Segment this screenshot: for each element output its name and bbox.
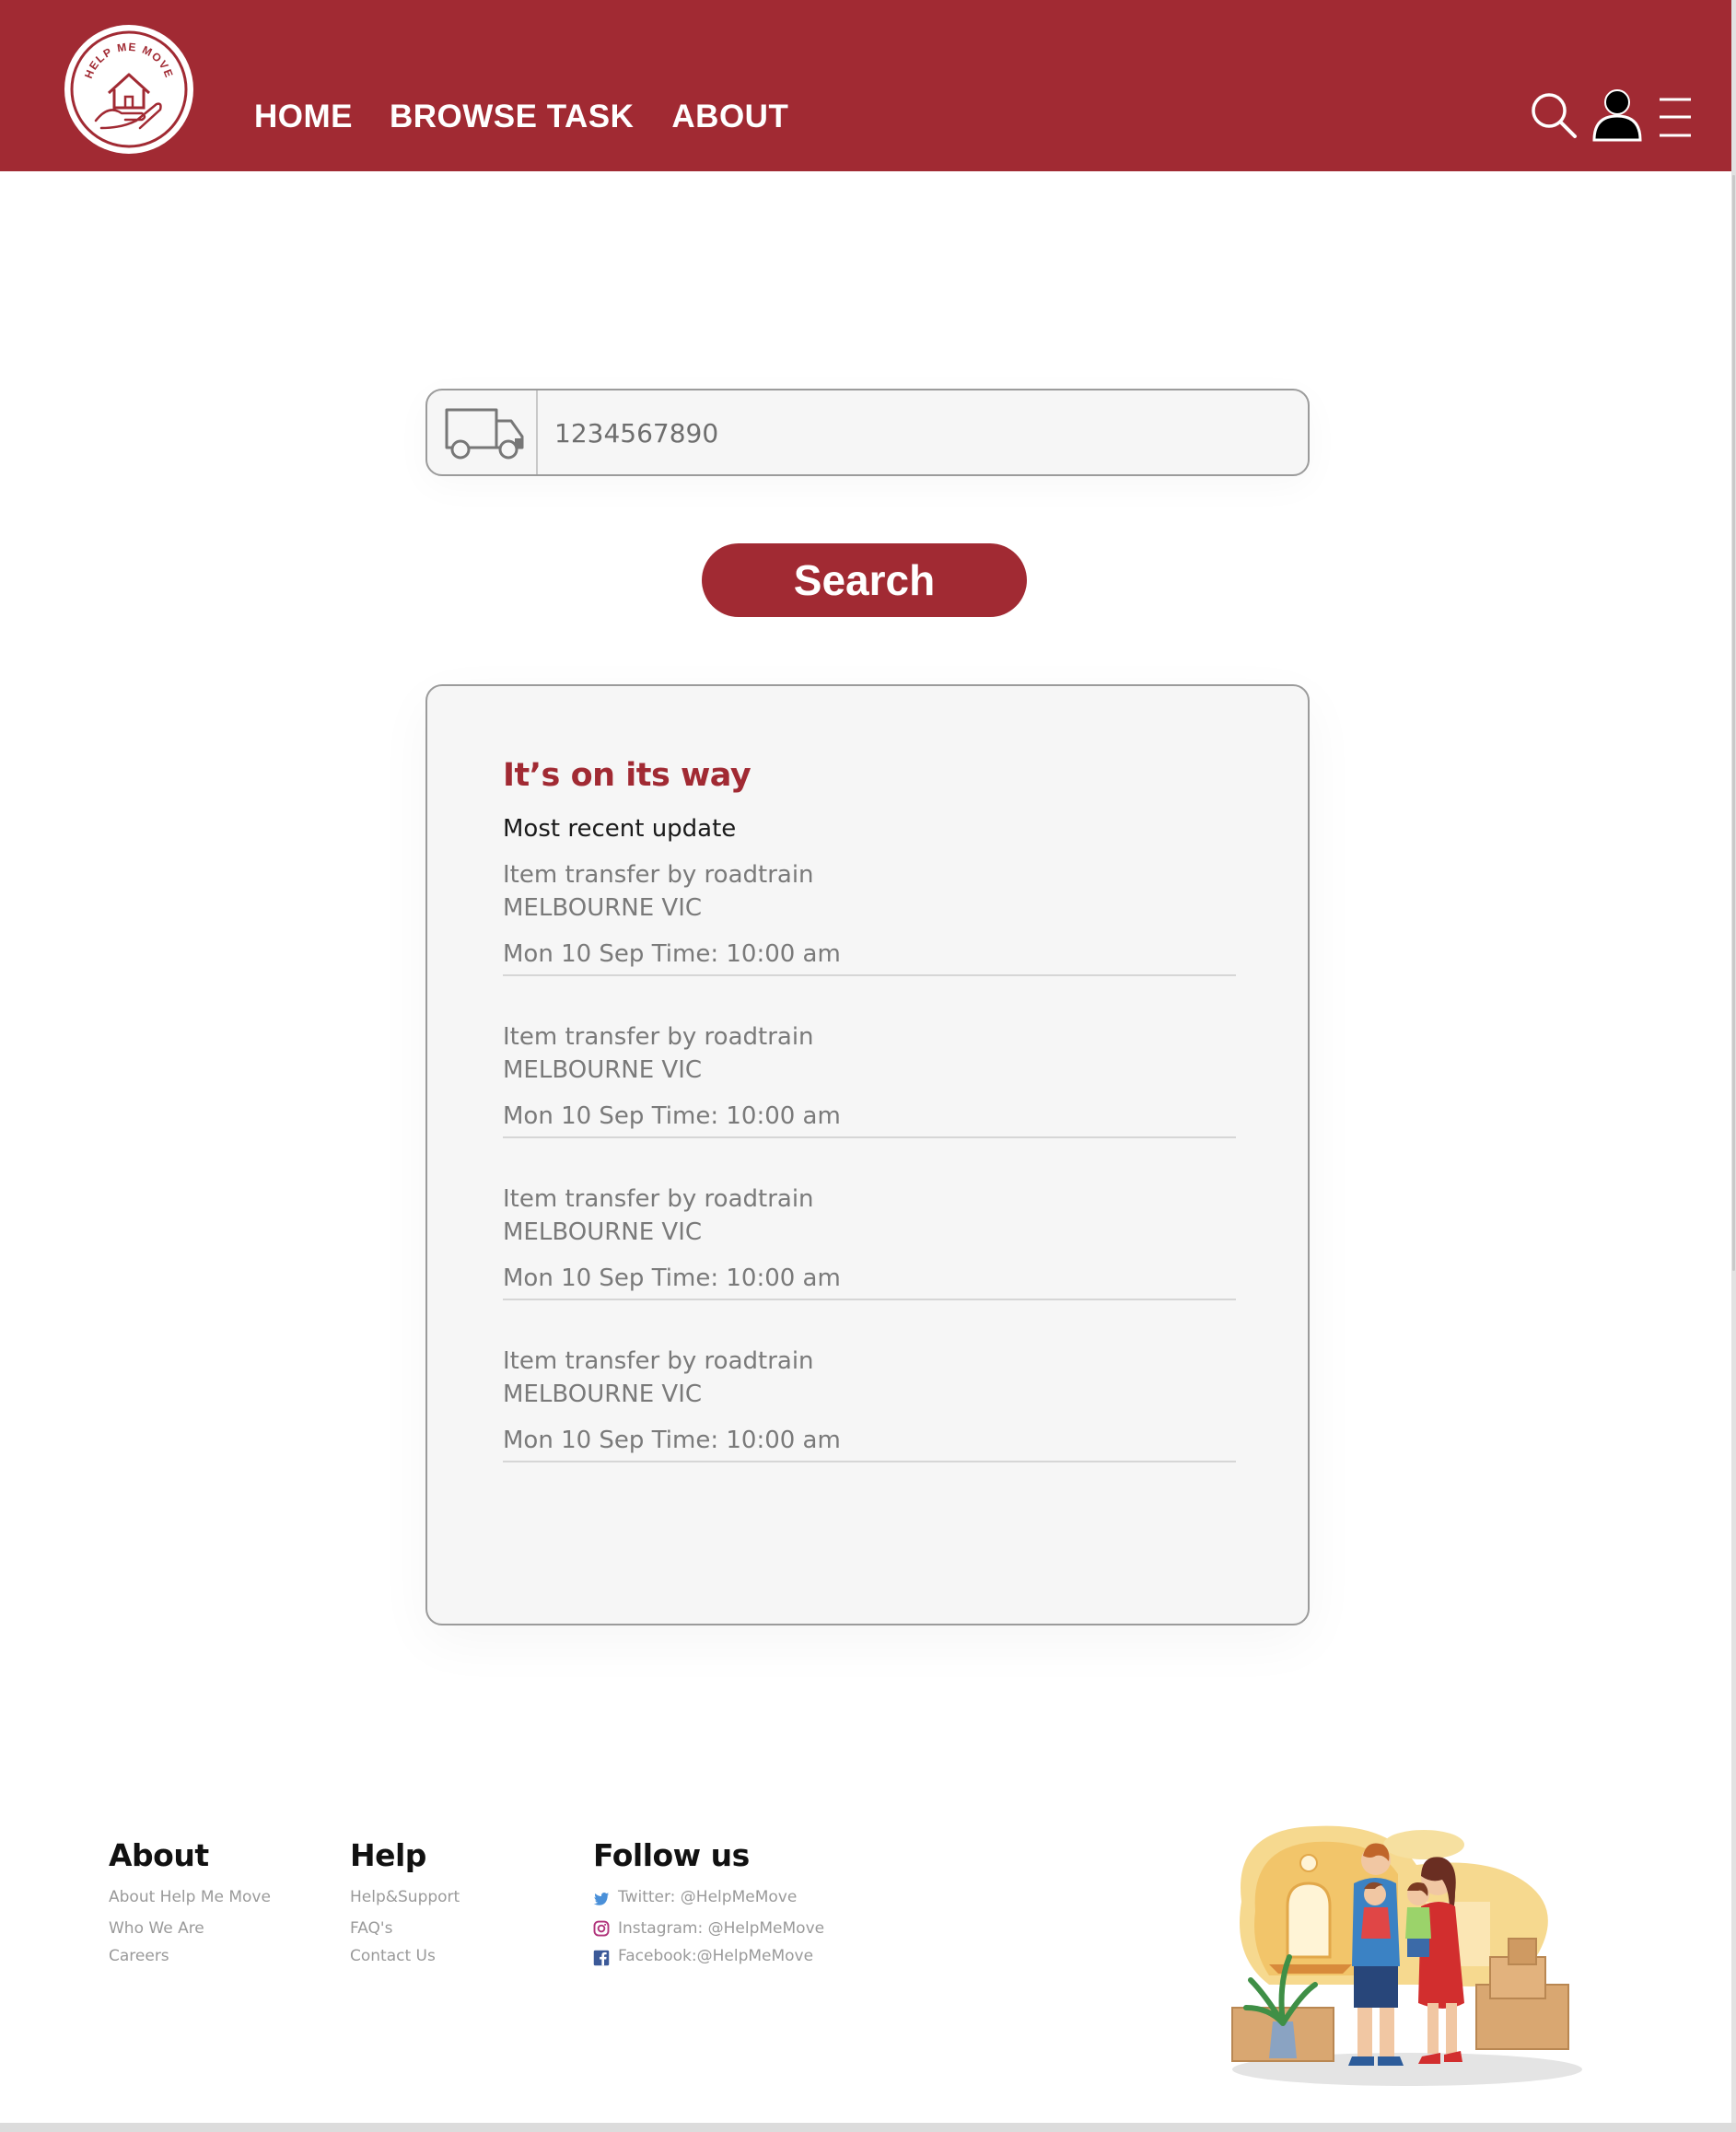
instagram-icon [593, 1920, 610, 1937]
twitter-link[interactable]: Twitter: @HelpMeMove [618, 1888, 797, 1906]
footer-about-heading: About [109, 1837, 209, 1873]
nav-about[interactable]: ABOUT [671, 94, 788, 140]
update-datetime: Mon 10 Sep Time: 10:00 am [503, 1102, 841, 1130]
facebook-icon [593, 1950, 610, 1966]
tracking-update-item: Item transfer by roadtrain MELBOURNE VIC… [503, 861, 1236, 976]
family-moving-illustration [1231, 1825, 1582, 2086]
tracking-results-card: It’s on its way Most recent update Item … [425, 684, 1310, 1625]
footer-help-heading: Help [350, 1837, 426, 1873]
tracking-search-box [425, 389, 1310, 476]
facebook-link[interactable]: Facebook:@HelpMeMove [618, 1947, 813, 1965]
tracking-update-item: Item transfer by roadtrain MELBOURNE VIC… [503, 1023, 1236, 1138]
update-location: MELBOURNE VIC [503, 894, 703, 922]
site-header: HELP ME MOVE HOME BROWSE TASK ABOUT [0, 0, 1731, 171]
logo-emblem-icon: HELP ME MOVE [70, 30, 188, 148]
hamburger-menu-icon[interactable] [1658, 96, 1709, 147]
footer-about-column: About About Help Me Move Who We Are Care… [109, 1837, 271, 1965]
search-button[interactable]: Search [702, 543, 1027, 617]
truck-icon [445, 408, 524, 460]
delivery-status-title: It’s on its way [503, 757, 751, 794]
nav-browse-task[interactable]: BROWSE TASK [390, 94, 634, 140]
main-nav: HOME BROWSE TASK ABOUT [254, 94, 788, 140]
footer-follow-column: Follow us Twitter: @HelpMeMove Instagram… [593, 1837, 824, 1966]
user-icon[interactable] [1591, 88, 1643, 142]
update-location: MELBOURNE VIC [503, 1381, 703, 1408]
update-datetime: Mon 10 Sep Time: 10:00 am [503, 940, 841, 968]
update-location: MELBOURNE VIC [503, 1056, 703, 1084]
help-me-move-logo[interactable]: HELP ME MOVE [64, 25, 193, 154]
footer-link-who-we-are[interactable]: Who We Are [109, 1919, 204, 1938]
update-description: Item transfer by roadtrain [503, 861, 814, 889]
update-datetime: Mon 10 Sep Time: 10:00 am [503, 1264, 841, 1292]
footer-link-help-support[interactable]: Help&Support [350, 1888, 460, 1906]
update-location: MELBOURNE VIC [503, 1218, 703, 1246]
footer-link-contact-us[interactable]: Contact Us [350, 1947, 436, 1965]
update-description: Item transfer by roadtrain [503, 1185, 814, 1213]
tracking-update-item: Item transfer by roadtrain MELBOURNE VIC… [503, 1347, 1236, 1462]
scrollbar-thumb[interactable] [1732, 175, 1735, 1271]
search-icon[interactable] [1529, 90, 1580, 142]
page-bottom-edge [0, 2123, 1736, 2132]
nav-home[interactable]: HOME [254, 94, 353, 140]
tracking-update-item: Item transfer by roadtrain MELBOURNE VIC… [503, 1185, 1236, 1300]
update-description: Item transfer by roadtrain [503, 1023, 814, 1051]
footer-link-careers[interactable]: Careers [109, 1947, 169, 1965]
page-scrollbar[interactable] [1731, 0, 1736, 2132]
footer-link-faqs[interactable]: FAQ's [350, 1919, 392, 1938]
update-description: Item transfer by roadtrain [503, 1347, 814, 1375]
update-datetime: Mon 10 Sep Time: 10:00 am [503, 1427, 841, 1454]
truck-icon-box [427, 390, 538, 474]
twitter-icon [593, 1893, 610, 1905]
footer-follow-heading: Follow us [593, 1837, 750, 1873]
most-recent-update-label: Most recent update [503, 815, 737, 843]
tracking-number-input[interactable] [553, 407, 1275, 460]
instagram-link[interactable]: Instagram: @HelpMeMove [618, 1919, 824, 1938]
footer-link-about-help-me-move[interactable]: About Help Me Move [109, 1888, 271, 1906]
footer-help-column: Help Help&Support FAQ's Contact Us [350, 1837, 460, 1965]
